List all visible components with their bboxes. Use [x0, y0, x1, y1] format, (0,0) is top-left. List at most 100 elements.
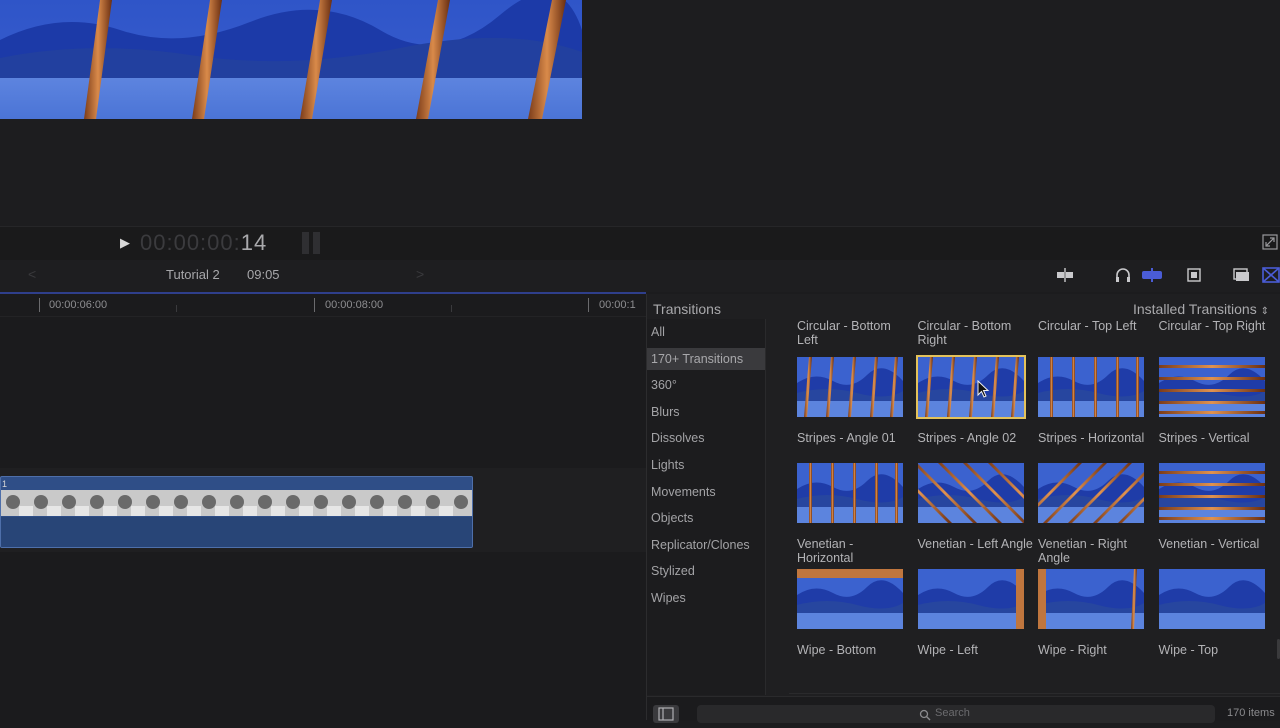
viewer-image [0, 0, 582, 119]
ruler-tick [314, 298, 315, 312]
timeline[interactable]: 00:00:06:00 00:00:08:00 00:00:1 1 [0, 294, 646, 720]
transition-thumbnail[interactable] [1157, 355, 1267, 419]
category-item[interactable]: 360° [647, 374, 765, 396]
chevron-updown-icon: ⇕ [1260, 306, 1269, 317]
transition-label: Stripes - Angle 02 [917, 431, 1017, 445]
installed-transitions-popup[interactable]: Installed Transitions ⇕ [1133, 301, 1269, 317]
project-name: Tutorial 2 [166, 267, 220, 282]
transition-label: Wipe - Top [1158, 643, 1219, 657]
transition-tile[interactable]: Stripes - Angle 02 [915, 355, 1034, 445]
effects-browser-icon[interactable] [1232, 267, 1250, 283]
history-back-icon[interactable]: < [28, 266, 36, 282]
transition-thumbnail[interactable] [915, 355, 1026, 419]
installed-transitions-label: Installed Transitions [1132, 301, 1257, 317]
timecode-frames: 14 [240, 230, 268, 255]
transition-thumbnail[interactable] [916, 461, 1026, 525]
transition-tile[interactable]: Stripes - Vertical [1157, 355, 1275, 445]
category-item[interactable]: Wipes [647, 587, 765, 609]
viewer-area [0, 0, 1280, 226]
transition-thumbnail[interactable] [1157, 461, 1267, 525]
ruler-tick [451, 305, 452, 312]
sidebar-toggle-button[interactable] [653, 705, 679, 723]
transition-tile[interactable]: Wipe - Bottom [797, 567, 913, 657]
transition-label: Wipe - Right [1038, 643, 1107, 657]
transition-label: Circular - Bottom Right [917, 319, 1012, 347]
headphones-icon[interactable] [1114, 267, 1132, 283]
sidebar-icon [658, 707, 674, 721]
transition-label: Venetian - Left Angle [917, 537, 1033, 551]
transition-tile[interactable]: Stripes - Horizontal [1038, 355, 1154, 445]
category-item[interactable]: Stylized [647, 560, 765, 582]
transition-label: Stripes - Vertical [1158, 431, 1250, 445]
category-item[interactable]: 170+ Transitions [647, 347, 765, 370]
transition-label: Wipe - Bottom [797, 643, 877, 657]
transition-label: Stripes - Horizontal [1038, 431, 1145, 445]
ruler-tick [39, 298, 40, 312]
transition-thumbnail[interactable] [1157, 567, 1267, 631]
transition-label: Circular - Top Left [1038, 319, 1137, 333]
category-item[interactable]: Blurs [647, 401, 765, 423]
category-item[interactable]: Dissolves [647, 427, 765, 449]
category-item[interactable]: Objects [647, 507, 765, 529]
project-duration: 09:05 [247, 267, 280, 282]
category-item[interactable]: All [647, 321, 765, 343]
snapping-icon[interactable] [1056, 267, 1074, 283]
play-button[interactable]: ▶ [120, 235, 134, 251]
transition-label: Venetian - Right Angle [1038, 537, 1127, 565]
transport-bar: ▶ 00:00:00:14 [0, 226, 1280, 261]
browser-title: Transitions [653, 301, 721, 317]
search-placeholder: Search [935, 707, 970, 719]
section-divider [789, 693, 1280, 694]
transition-label: Wipe - Left [917, 643, 978, 657]
timecode-display[interactable]: 00:00:00:14 [140, 229, 267, 257]
timeline-ruler[interactable]: 00:00:06:00 00:00:08:00 00:00:1 [0, 294, 646, 317]
ruler-label: 00:00:1 [599, 299, 636, 311]
transition-label: Venetian - Horizontal [797, 537, 854, 565]
transition-thumbnail[interactable] [916, 567, 1026, 631]
timeline-header: < Tutorial 2 09:05 > [0, 260, 1280, 292]
search-input[interactable]: Search [697, 705, 1215, 723]
clip-appearance-icon[interactable] [1185, 267, 1203, 283]
ruler-label: 00:00:08:00 [325, 299, 384, 311]
clip-filmstrip [1, 490, 472, 516]
transition-tile[interactable]: Wipe - Top [1157, 567, 1275, 657]
category-item[interactable]: Replicator/Clones [647, 534, 765, 556]
transition-tile[interactable]: Stripes - Angle 01 [797, 355, 913, 445]
transition-label: Circular - Top Right [1158, 319, 1266, 333]
audio-meter-icon [302, 232, 324, 254]
transition-thumbnail[interactable] [1036, 461, 1146, 525]
ruler-tick [588, 298, 589, 312]
search-icon [919, 709, 931, 721]
category-sidebar: All 170+ Transitions 360° Blurs Dissolves Lig… [647, 319, 766, 695]
transition-tile[interactable]: Venetian - Right Angle [1038, 461, 1154, 565]
mouse-cursor-icon [977, 380, 990, 398]
video-clip[interactable]: 1 [0, 476, 473, 548]
transition-label: Stripes - Angle 01 [797, 431, 896, 445]
item-count: 170 items [1227, 707, 1275, 719]
timecode-dim: 00:00:00: [140, 230, 241, 255]
transitions-browser-icon[interactable] [1262, 267, 1280, 283]
transition-label: Circular - Bottom Left [797, 319, 891, 347]
fullscreen-icon[interactable] [1262, 234, 1278, 250]
transition-tile[interactable]: Venetian - Left Angle [916, 461, 1034, 551]
ruler-tick [176, 305, 177, 312]
transition-thumbnail[interactable] [795, 461, 905, 525]
transition-tile[interactable]: Venetian - Horizontal [797, 461, 913, 565]
transitions-grid: Circular - Bottom Left Circular - Bottom … [781, 319, 1280, 715]
transition-thumbnail[interactable] [795, 355, 905, 419]
solo-icon[interactable] [1142, 267, 1162, 283]
transition-tile[interactable]: Wipe - Left [916, 567, 1034, 657]
category-item[interactable]: Movements [647, 481, 765, 503]
transition-tile[interactable]: Wipe - Right [1038, 567, 1154, 657]
transition-thumbnail[interactable] [795, 567, 905, 631]
viewer-frame [0, 0, 582, 119]
transition-thumbnail[interactable] [1036, 567, 1146, 631]
transitions-browser: Transitions Installed Transitions ⇕ All 1… [646, 294, 1280, 723]
category-item[interactable]: Lights [647, 454, 765, 476]
transition-label: Venetian - Vertical [1158, 537, 1260, 551]
browser-bottom-bar: Search 170 items [647, 696, 1280, 723]
transition-tile[interactable]: Venetian - Vertical [1157, 461, 1275, 551]
history-forward-icon[interactable]: > [416, 266, 424, 282]
clip-audio-waveform [1, 517, 472, 547]
transition-thumbnail[interactable] [1036, 355, 1146, 419]
